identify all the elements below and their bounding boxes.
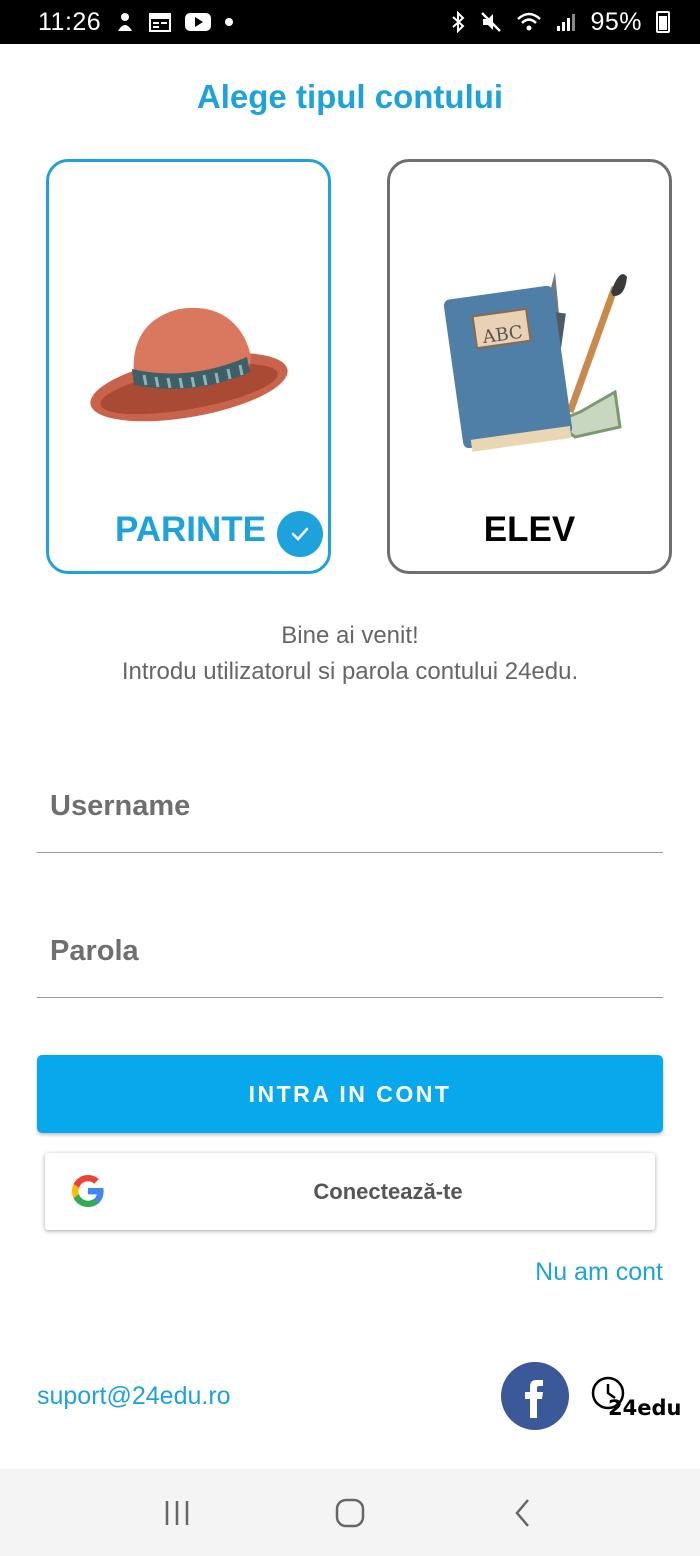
password-input[interactable] xyxy=(37,928,663,997)
hat-illustration xyxy=(49,222,328,502)
username-input[interactable] xyxy=(37,783,663,852)
support-email-link[interactable]: suport@24edu.ro xyxy=(37,1382,231,1411)
password-field xyxy=(37,928,663,998)
username-field xyxy=(37,783,663,853)
mute-icon xyxy=(480,11,502,33)
status-time: 11:26 xyxy=(38,7,102,36)
home-button[interactable] xyxy=(320,1483,380,1543)
status-bar: 11:26 95% xyxy=(0,0,700,44)
page-title: Alege tipul contului xyxy=(196,78,504,115)
welcome-line-2: Introdu utilizatorul si parola contului … xyxy=(121,658,579,685)
facebook-icon[interactable] xyxy=(501,1362,569,1430)
school-supplies-illustration: ABC xyxy=(390,222,669,502)
google-signin-label: Conectează-te xyxy=(313,1178,463,1204)
battery-icon xyxy=(656,11,670,33)
account-type-student-label: ELEV xyxy=(483,510,576,549)
recent-apps-icon xyxy=(165,1500,188,1525)
youtube-icon xyxy=(185,12,212,32)
system-navigation-bar xyxy=(0,1469,700,1556)
signal-icon xyxy=(556,12,576,32)
home-icon xyxy=(335,1498,365,1527)
welcome-message: Bine ai venit! Introdu utilizatorul si p… xyxy=(0,618,700,690)
google-signin-button[interactable]: Conectează-te xyxy=(45,1153,655,1230)
recent-apps-button[interactable] xyxy=(147,1483,207,1543)
account-type-parent-card[interactable]: PARINTE xyxy=(46,159,331,574)
wifi-icon xyxy=(516,11,542,33)
notification-icon xyxy=(115,11,135,33)
brand-logo-text: 24edu xyxy=(608,1396,681,1420)
welcome-line-1: Bine ai venit! xyxy=(281,622,419,649)
battery-percent: 95% xyxy=(590,7,642,36)
calendar-icon xyxy=(149,12,172,32)
login-button[interactable]: INTRA IN CONT xyxy=(37,1055,663,1133)
account-type-student-card[interactable]: ABC ELEV xyxy=(387,159,672,574)
signup-link[interactable]: Nu am cont xyxy=(535,1258,663,1287)
selected-check-icon xyxy=(277,511,323,557)
more-notifications-icon xyxy=(225,18,234,26)
bluetooth-icon xyxy=(450,11,466,33)
google-icon xyxy=(72,1175,104,1207)
back-icon xyxy=(515,1498,530,1527)
back-button[interactable] xyxy=(493,1483,553,1543)
brand-logo-24edu: 24edu xyxy=(588,1373,684,1423)
